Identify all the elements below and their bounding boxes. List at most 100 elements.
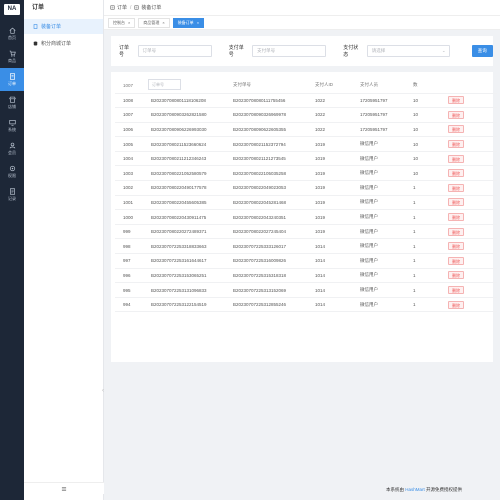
- close-icon[interactable]: ×: [197, 20, 199, 25]
- orders-table-panel: 1007 支付单号 支付人ID 支付人员 数 1008 B202307080801…: [111, 72, 497, 362]
- list-icon: [134, 5, 139, 10]
- delete-button[interactable]: 删除: [448, 271, 464, 280]
- rail-item-record[interactable]: 记录: [0, 183, 24, 206]
- column-search-input[interactable]: 订单号: [148, 79, 181, 90]
- table-cell-actions: 删除: [440, 268, 497, 284]
- tab-label: 装备订单: [177, 19, 194, 25]
- table-cell-actions: 删除: [440, 151, 497, 167]
- table-row: 1001 B202307080220455605385 B2023070802204…: [115, 195, 497, 211]
- delete-button[interactable]: 删除: [448, 300, 464, 309]
- orders-table: 1007 支付单号 支付人ID 支付人员 数 1008 B202307080801…: [115, 78, 497, 313]
- tab-console[interactable]: 控制台 ×: [108, 17, 136, 28]
- pay-status-label: 支付状态: [343, 45, 359, 58]
- sidebar-item-points-mall-orders[interactable]: 积分商城订单: [24, 36, 103, 51]
- tabs-bar: 控制台 × 商品管理 × 装备订单 ×: [104, 15, 500, 30]
- table-cell: B20230708090326969978: [225, 107, 307, 123]
- rail-item-system[interactable]: 系统: [0, 114, 24, 137]
- footer-credit: 本系统由 HashMart 开源免费授权提供: [386, 487, 462, 493]
- cart-icon: [9, 50, 16, 57]
- delete-button[interactable]: 删除: [448, 242, 464, 251]
- rail-label: 系统: [8, 127, 16, 132]
- table-cell-actions: 删除: [440, 224, 497, 240]
- table-cell-actions: 删除: [440, 282, 497, 298]
- table-cell: 1022: [307, 93, 352, 109]
- table-cell: 1: [405, 238, 440, 255]
- table-row: 1003 B202307080221052580579 B2023070802210…: [115, 165, 497, 182]
- table-cell: 1019: [307, 195, 352, 211]
- rail-item-shop[interactable]: 店铺: [0, 91, 24, 114]
- table-cell: 995: [115, 282, 143, 298]
- delete-button[interactable]: 删除: [448, 125, 464, 134]
- table-cell: 10: [405, 93, 440, 109]
- rail-item-member[interactable]: 会员: [0, 137, 24, 160]
- rail-item-permission[interactable]: 权限: [0, 160, 24, 183]
- delete-button[interactable]: 删除: [448, 110, 464, 119]
- menu-fold-icon: [61, 486, 67, 491]
- table-cell: 1: [405, 297, 440, 313]
- query-button[interactable]: 查询: [471, 45, 493, 57]
- table-cell: B202307072253122154519: [143, 297, 225, 313]
- table-cell: 1001: [115, 195, 143, 211]
- tab-goods-management[interactable]: 商品管理 ×: [138, 17, 170, 28]
- collapse-arrow-icon[interactable]: ‹: [102, 388, 104, 394]
- column-header: [440, 78, 497, 94]
- pay-status-select[interactable]: 请选择 ⌄: [366, 45, 450, 57]
- rail-item-goods[interactable]: 商品: [0, 45, 24, 68]
- member-icon: [9, 142, 15, 149]
- table-row: 1007 B202307080903262821580 B2023070809032…: [115, 107, 497, 123]
- table-cell: 1: [405, 209, 440, 225]
- delete-button[interactable]: 删除: [448, 227, 464, 236]
- table-cell: 1014: [307, 238, 352, 255]
- column-header: 支付单号: [225, 78, 307, 94]
- delete-button[interactable]: 删除: [448, 96, 464, 105]
- delete-button[interactable]: 删除: [448, 154, 464, 163]
- table-cell: B202307080801118106208: [143, 93, 225, 109]
- table-cell: B20230707225313152069: [225, 282, 307, 298]
- delete-button[interactable]: 删除: [448, 286, 464, 295]
- table-cell: 1004: [115, 151, 143, 167]
- tab-equipment-orders[interactable]: 装备订单 ×: [172, 17, 205, 28]
- table-cell: 10: [405, 122, 440, 138]
- table-cell: 1: [405, 282, 440, 298]
- close-icon[interactable]: ×: [162, 20, 164, 25]
- delete-button[interactable]: 删除: [448, 256, 464, 265]
- sidebar-item-equipment-orders[interactable]: 装备订单: [24, 19, 103, 34]
- table-row: 995 B202307072253131096833 B20230707225313…: [115, 282, 497, 298]
- delete-button[interactable]: 删除: [448, 140, 464, 149]
- table-cell-actions: 删除: [440, 297, 497, 313]
- home-icon: [8, 27, 16, 34]
- footer-brand-link[interactable]: HashMart: [405, 487, 425, 492]
- table-cell: 微信用户: [352, 297, 405, 313]
- table-cell: B20230708021152372794: [225, 136, 307, 152]
- table-cell: B20230708022049023053: [225, 180, 307, 196]
- table-cell: 996: [115, 268, 143, 284]
- filter-bar: 订单号 订单号 支付单号 支付单号 支付状态 请选择 ⌄ 查询: [111, 36, 493, 66]
- rail-label: 记录: [8, 196, 16, 201]
- table-cell: B202307080220430911475: [143, 209, 225, 225]
- order-no-input[interactable]: 订单号: [137, 45, 212, 57]
- rail-item-orders[interactable]: 订单: [0, 68, 24, 91]
- table-cell: 1022: [307, 122, 352, 138]
- delete-button[interactable]: 删除: [448, 169, 464, 178]
- table-cell: 1022: [307, 107, 352, 123]
- close-icon[interactable]: ×: [128, 20, 130, 25]
- table-cell: 1019: [307, 209, 352, 225]
- table-cell: 1019: [307, 180, 352, 196]
- table-cell: B202307080211523660624: [143, 136, 225, 152]
- table-cell: 1014: [307, 282, 352, 298]
- table-cell: 10: [405, 136, 440, 152]
- delete-button[interactable]: 删除: [448, 213, 464, 222]
- delete-button[interactable]: 删除: [448, 198, 464, 207]
- table-cell-actions: 删除: [440, 209, 497, 225]
- rail-item-home[interactable]: 首页: [0, 22, 24, 45]
- table-cell: B202307072253131096833: [143, 282, 225, 298]
- table-cell: 998: [115, 238, 143, 255]
- pay-no-input[interactable]: 支付单号: [252, 45, 327, 57]
- tab-label: 控制台: [113, 19, 125, 25]
- app-rail: NA 首页 商品 订单 店铺 系统 会员 权限 记录: [0, 0, 24, 500]
- delete-button[interactable]: 删除: [448, 183, 464, 192]
- table-cell: 1002: [115, 180, 143, 196]
- table-cell: 1014: [307, 268, 352, 284]
- collapse-menu-button[interactable]: [24, 482, 104, 494]
- breadcrumb-item[interactable]: 订单: [117, 4, 127, 11]
